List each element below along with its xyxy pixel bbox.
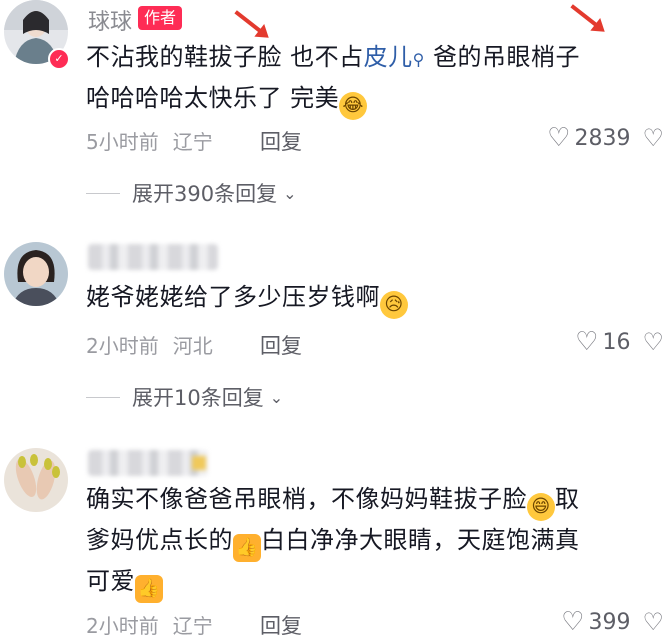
comment-meta: 5小时前 辽宁 [86,126,213,155]
comment-time: 2小时前 [86,614,159,638]
broken-heart-icon[interactable]: ♡ [642,328,664,356]
reply-button[interactable]: 回复 [260,126,302,156]
username-badge [192,456,206,470]
comment-text: 姥爷姥姥给了多少压岁钱啊 😥 [86,278,664,319]
avatar[interactable] [4,242,68,306]
search-link[interactable]: 皮儿 [364,43,413,71]
thumbs-up-emoji-icon: 👍 [135,575,163,603]
author-badge: 作者 [138,6,183,30]
like-group: ♡ 399 ♡ [561,608,664,636]
search-icon[interactable]: ⚲ [413,50,425,69]
comment-time: 2小时前 [86,334,159,358]
divider-line [86,192,120,194]
comment-time: 5小时前 [86,130,159,154]
broken-heart-icon[interactable]: ♡ [642,608,664,636]
comment-meta: 2小时前 辽宁 [86,610,213,639]
comment-username[interactable]: 球球 [88,4,132,36]
verified-badge-icon: ✓ [48,48,70,70]
heart-icon[interactable]: ♡ [561,609,584,635]
chevron-down-icon: ⌄ [283,183,297,203]
thumbs-up-emoji-icon: 👍 [233,534,261,562]
like-count: 399 [588,609,631,635]
avatar-image [4,448,68,512]
like-group: ♡ 2839 ♡ [547,124,664,152]
divider-line [86,396,120,398]
heart-icon[interactable]: ♡ [547,125,570,151]
annotation-arrow-icon [234,10,266,36]
like-count: 16 [602,329,631,355]
comment-location: 辽宁 [172,130,213,154]
expand-replies-label: 展开10条回复 [132,386,264,410]
comment-1: ✓ 球球 作者 不沾我的鞋拔子脸 也不占皮儿⚲ 爸的吊眼梢子 哈哈哈哈太快乐了 … [0,0,672,220]
comment-location: 河北 [172,334,213,358]
avatar[interactable] [4,448,68,512]
expand-replies-label: 展开390条回复 [132,182,278,206]
avatar-image [4,242,68,306]
comment-2: 姥爷姥姥给了多少压岁钱啊 😥 2小时前 河北 回复 ♡ 16 ♡ 展开10条回复 ⌄ [0,240,672,420]
comment-location: 辽宁 [172,614,213,638]
comment-username[interactable] [88,244,218,270]
comment-3: 确实不像爸爸吊眼梢，不像妈妈鞋拔子脸 😄 取 爹妈优点长的 👍 白白净净大眼睛，天庭饱满… [0,444,672,640]
annotation-arrow-icon [570,4,602,30]
comment-text: 确实不像爸爸吊眼梢，不像妈妈鞋拔子脸 😄 取 爹妈优点长的 👍 白白净净大眼睛，天庭饱满… [86,480,664,603]
comment-text: 不沾我的鞋拔子脸 也不占皮儿⚲ 爸的吊眼梢子 哈哈哈哈太快乐了 完美 😂 [86,38,664,120]
reply-button[interactable]: 回复 [260,330,302,360]
comment-username[interactable] [88,450,208,476]
smile-emoji-icon: 😄 [527,493,555,521]
chevron-down-icon: ⌄ [269,387,284,407]
reply-button[interactable]: 回复 [260,610,302,640]
heart-icon[interactable]: ♡ [575,329,598,355]
expand-replies-button[interactable]: 展开390条回复 ⌄ [86,178,297,208]
broken-heart-icon[interactable]: ♡ [642,124,664,152]
like-group: ♡ 16 ♡ [575,328,664,356]
like-count: 2839 [574,125,631,151]
expand-replies-button[interactable]: 展开10条回复 ⌄ [86,382,283,412]
comment-meta: 2小时前 河北 [86,330,213,359]
laugh-cry-emoji-icon: 😂 [339,92,368,120]
crying-emoji-icon: 😥 [380,291,408,319]
